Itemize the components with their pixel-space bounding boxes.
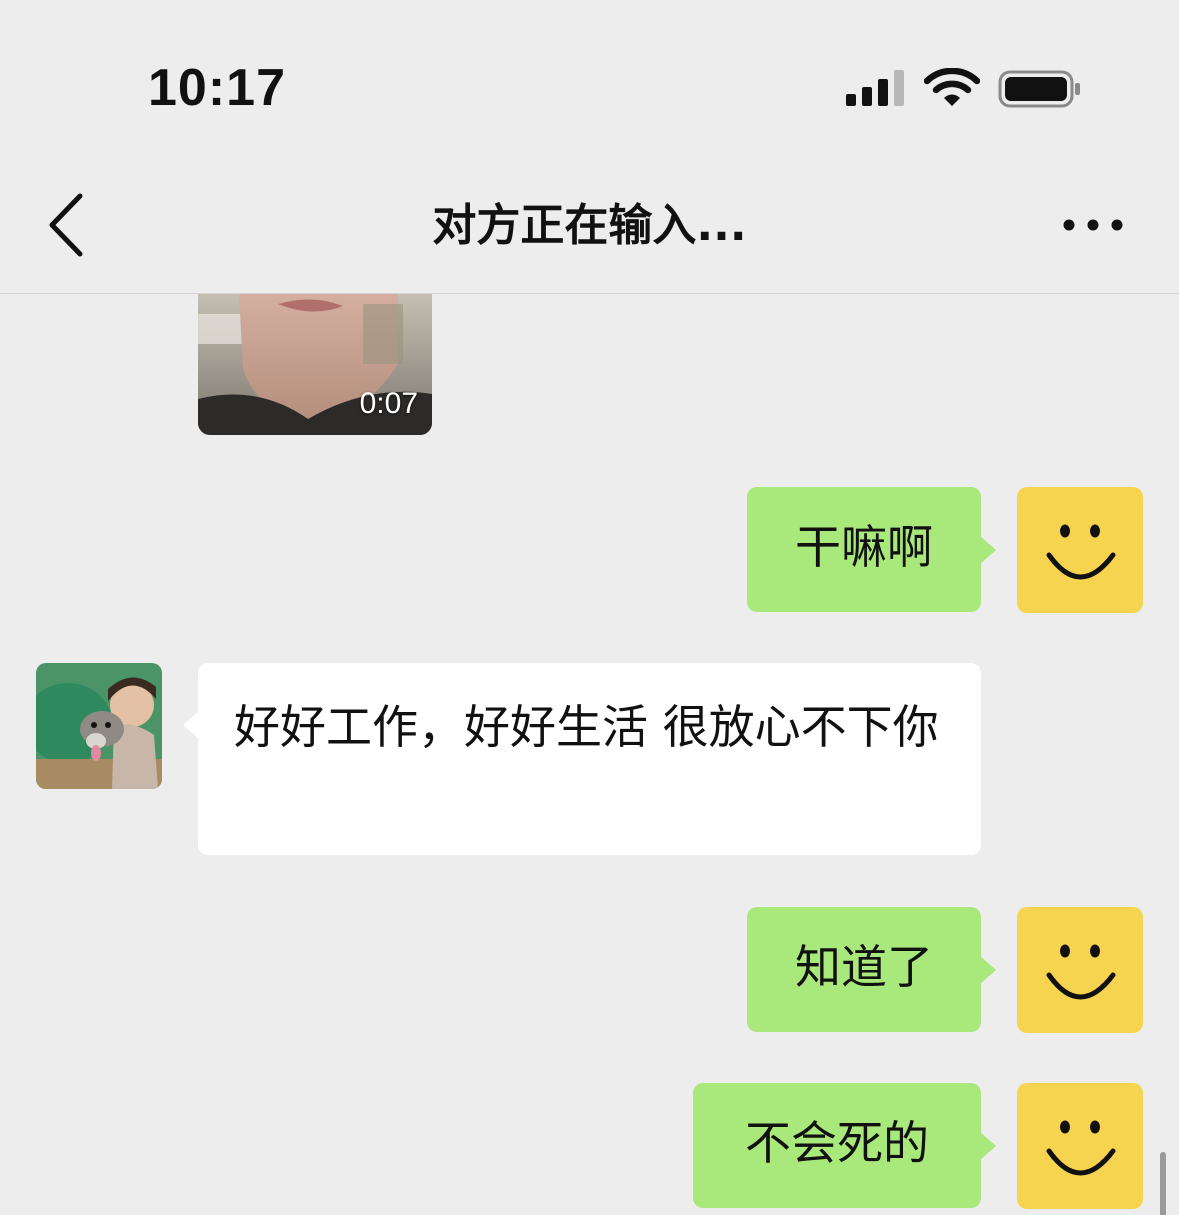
chevron-left-icon[interactable]	[36, 190, 96, 260]
contact-avatar[interactable]	[36, 663, 162, 789]
message-text: 干嘛啊	[795, 520, 933, 574]
contact-photo	[36, 663, 162, 789]
my-avatar[interactable]	[1017, 487, 1143, 613]
my-avatar[interactable]	[1017, 907, 1143, 1033]
message-text: 不会死的	[745, 1116, 929, 1170]
cellular-signal-icon	[846, 70, 904, 106]
smiley-face-icon	[1046, 944, 1116, 1000]
battery-icon	[998, 70, 1080, 108]
message-text: 好好工作，好好生活 很放心不下你	[234, 700, 939, 754]
message-list[interactable]: 0:07 干嘛啊 好好工作，好好生活 很放心不下你 知道了 不会死的	[0, 294, 1179, 1215]
outgoing-message-bubble[interactable]: 知道了	[747, 907, 996, 1032]
smiley-face-icon	[1046, 1120, 1116, 1176]
incoming-message-bubble[interactable]: 好好工作，好好生活 很放心不下你	[183, 663, 981, 855]
chat-title: 对方正在输入...	[432, 200, 747, 251]
chat-header: 对方正在输入...	[0, 150, 1179, 294]
my-avatar[interactable]	[1017, 1083, 1143, 1209]
outgoing-message-bubble[interactable]: 干嘛啊	[747, 487, 996, 612]
smiley-face-icon	[1046, 524, 1116, 580]
ellipsis-icon[interactable]	[1060, 210, 1126, 240]
outgoing-message-bubble[interactable]: 不会死的	[693, 1083, 996, 1208]
status-time: 10:17	[148, 59, 286, 117]
status-bar: 10:17	[0, 0, 1179, 150]
video-duration: 0:07	[359, 387, 418, 420]
wifi-icon	[924, 68, 980, 106]
video-message[interactable]: 0:07	[198, 294, 432, 435]
scrollbar[interactable]	[1160, 1152, 1166, 1215]
message-text: 知道了	[795, 940, 933, 994]
